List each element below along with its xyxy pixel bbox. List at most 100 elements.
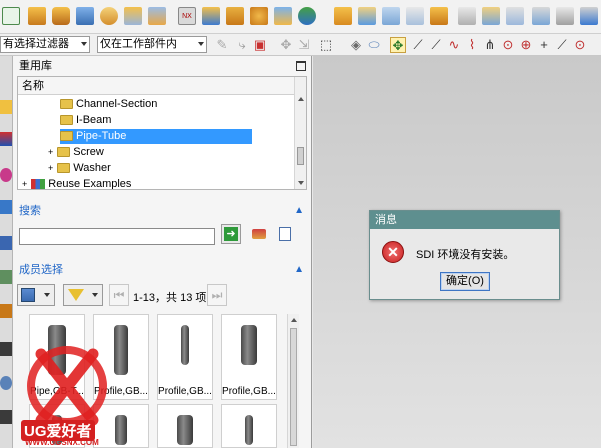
midpoint-icon[interactable]: ⟋ — [428, 37, 444, 53]
hole-icon[interactable] — [100, 7, 118, 25]
quadrant-icon[interactable]: ⊕ — [518, 37, 534, 53]
revolve-icon[interactable] — [52, 7, 70, 25]
reuse-library-icon[interactable] — [0, 200, 12, 214]
members-scrollbar[interactable] — [287, 314, 299, 448]
manufacturing-wizard-icon[interactable] — [0, 410, 12, 424]
rectangle-select-icon[interactable]: ⬚ — [318, 37, 334, 53]
pointer-icon[interactable]: ✎ — [214, 37, 230, 53]
expand-icon[interactable]: + — [22, 179, 27, 189]
circle-center-icon[interactable]: ⊙ — [500, 37, 516, 53]
point-icon[interactable] — [298, 7, 316, 25]
scroll-down-arrow[interactable] — [298, 181, 304, 185]
subtract-icon[interactable] — [334, 7, 352, 25]
intersection-icon[interactable]: ⌇ — [464, 37, 480, 53]
advanced-search-button[interactable] — [275, 224, 295, 244]
pattern-icon[interactable] — [202, 7, 220, 25]
boss-icon[interactable] — [124, 7, 142, 25]
existing-point-icon[interactable]: + — [536, 37, 552, 53]
offset-face-icon[interactable] — [482, 7, 500, 25]
type-filter-dropdown[interactable]: 有选择过滤器 — [0, 36, 90, 53]
view-mode-dropdown[interactable] — [17, 284, 55, 306]
collapse-icon[interactable]: ▲ — [294, 260, 304, 280]
type-filter-value: 有选择过滤器 — [3, 38, 69, 50]
web-browser-icon[interactable] — [0, 270, 12, 284]
tree-item-label: Washer — [73, 162, 111, 174]
tree-item-label: Pipe-Tube — [76, 130, 127, 142]
array-icon[interactable] — [250, 7, 268, 25]
extrude-icon[interactable] — [28, 7, 46, 25]
search-input[interactable] — [19, 228, 215, 245]
face-select-icon[interactable]: ◈ — [348, 37, 364, 53]
folder-icon — [57, 163, 71, 174]
search-in-library-button[interactable] — [249, 224, 269, 244]
member-selection-header[interactable]: 成员选择 ▲ — [13, 260, 312, 280]
member-thumbnail-profile-3[interactable]: Profile,GB... — [221, 314, 277, 400]
column-header-name[interactable]: 名称 — [18, 77, 296, 95]
nx-icon[interactable]: NX — [178, 7, 196, 25]
ok-button[interactable]: 确定(O) — [440, 272, 490, 291]
system-materials-icon[interactable] — [0, 342, 12, 356]
filter-settings-icon[interactable]: ⤷ — [234, 37, 250, 53]
member-thumbnail-row2-3[interactable] — [157, 404, 213, 448]
scroll-thumb[interactable] — [297, 147, 304, 165]
panel-title: 重用库 — [19, 60, 52, 72]
pocket-icon[interactable] — [148, 7, 166, 25]
shell-icon[interactable] — [406, 7, 424, 25]
draft-icon[interactable] — [458, 7, 476, 25]
block-icon[interactable] — [76, 7, 94, 25]
select-all-icon[interactable]: ⇲ — [296, 37, 312, 53]
member-thumbnail-profile-2[interactable]: Profile,GB... — [157, 314, 213, 400]
point-on-curve-icon[interactable]: ⟋ — [554, 37, 570, 53]
search-header[interactable]: 搜索 ▲ — [13, 201, 312, 221]
edge-blend-icon[interactable] — [358, 7, 376, 25]
tree-item-pipe-tube[interactable]: Pipe-Tube — [60, 129, 252, 144]
endpoint-icon[interactable]: ⟋ — [410, 37, 426, 53]
maximize-icon[interactable] — [296, 61, 306, 71]
chevron-down-icon — [92, 293, 98, 297]
previous-page-button[interactable]: ⏮ — [109, 284, 129, 306]
tree-scrollbar[interactable] — [294, 77, 306, 189]
scroll-up-arrow[interactable] — [291, 318, 297, 322]
body-select-icon[interactable]: ⬭ — [366, 37, 382, 53]
scroll-thumb[interactable] — [290, 328, 297, 446]
tree-item-washer[interactable]: + Washer — [48, 161, 111, 176]
curve-point-icon[interactable]: ∿ — [446, 37, 462, 53]
filter-dropdown[interactable] — [63, 284, 103, 306]
selection-scope-dropdown[interactable]: 仅在工作部件内 — [97, 36, 207, 53]
replace-face-icon[interactable] — [506, 7, 524, 25]
tree-item-screw[interactable]: + Screw — [48, 145, 104, 160]
tree-item-reuse-examples[interactable]: + Reuse Examples — [22, 177, 131, 189]
unite-icon[interactable] — [274, 7, 292, 25]
select-region-icon[interactable]: ▣ — [252, 37, 268, 53]
reuse-library-panel: 重用库 名称 Channel-Section I-Beam Pipe-Tube … — [13, 56, 312, 448]
process-studio-icon[interactable] — [0, 376, 12, 390]
snap-point-icon[interactable]: ✥ — [390, 37, 406, 53]
chevron-down-icon — [44, 293, 50, 297]
collapse-icon[interactable]: ▲ — [294, 201, 304, 221]
constraint-navigator-icon[interactable] — [0, 132, 12, 146]
history-icon[interactable] — [0, 236, 12, 250]
trim-body-icon[interactable] — [430, 7, 448, 25]
roles-icon[interactable] — [0, 304, 12, 318]
mirror-icon[interactable] — [226, 7, 244, 25]
scale-icon[interactable] — [580, 7, 598, 25]
arc-center-icon[interactable]: ⋔ — [482, 37, 498, 53]
assembly-navigator-icon[interactable] — [0, 100, 12, 114]
new-sketch-icon[interactable] — [2, 7, 20, 25]
thicken-icon[interactable] — [556, 7, 574, 25]
tree-item-i-beam[interactable]: I-Beam — [60, 113, 111, 128]
expand-icon[interactable]: + — [48, 163, 53, 173]
chamfer-icon[interactable] — [382, 7, 400, 25]
deselect-icon[interactable]: ✥ — [278, 37, 294, 53]
part-navigator-icon[interactable] — [0, 168, 12, 182]
tree-item-label: I-Beam — [76, 114, 112, 126]
next-page-button[interactable]: ⏭ — [207, 284, 227, 306]
scroll-up-arrow[interactable] — [298, 97, 304, 101]
point-on-face-icon[interactable]: ⊙ — [572, 37, 588, 53]
library-tree: 名称 Channel-Section I-Beam Pipe-Tube + Scr… — [17, 76, 307, 190]
expand-icon[interactable]: + — [48, 147, 53, 157]
search-go-button[interactable]: ➜ — [221, 224, 241, 244]
sew-icon[interactable] — [532, 7, 550, 25]
member-thumbnail-row2-4[interactable] — [221, 404, 277, 448]
tree-item-channel-section[interactable]: Channel-Section — [60, 97, 157, 112]
